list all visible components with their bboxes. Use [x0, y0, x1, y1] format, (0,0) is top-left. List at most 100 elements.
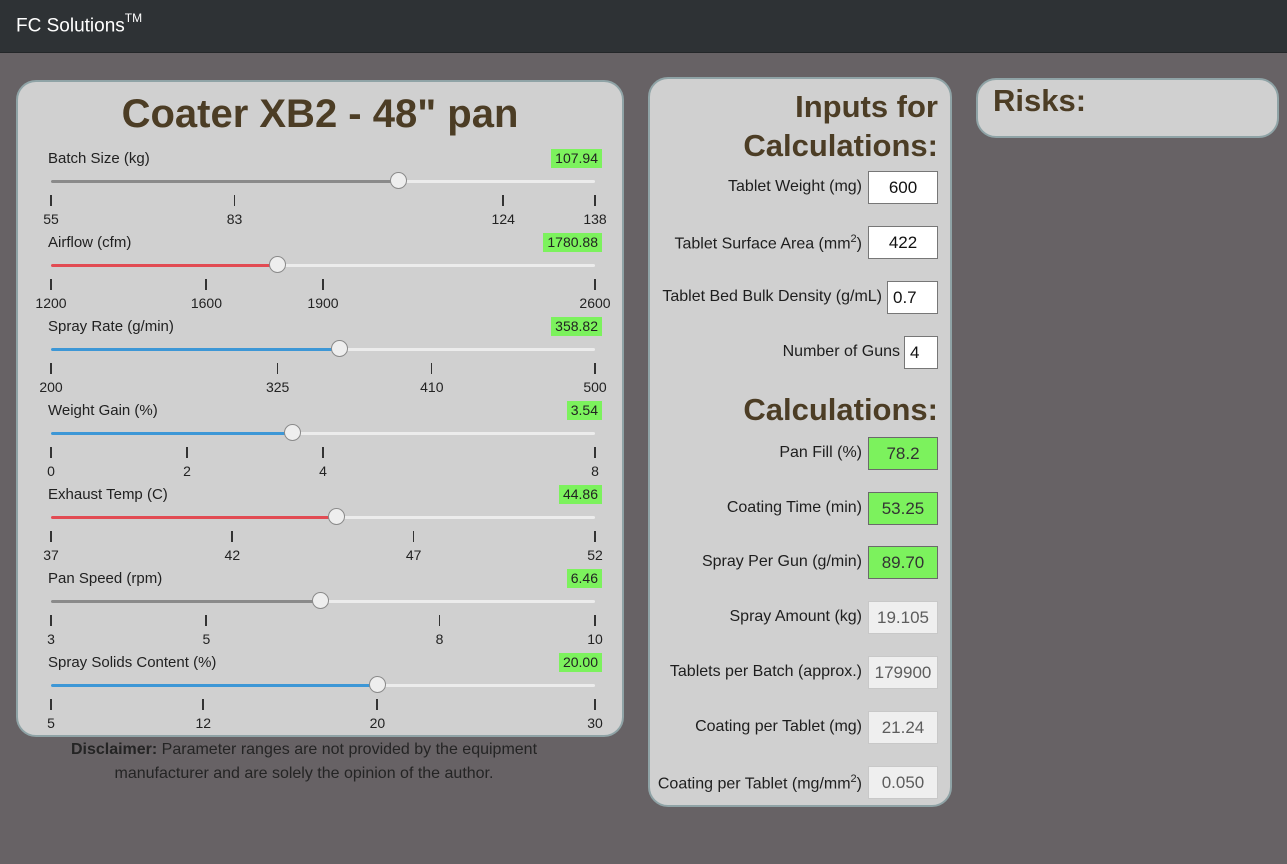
bulk-density-label: Tablet Bed Bulk Density (g/mL) — [662, 288, 882, 305]
slider-tick — [276, 363, 279, 374]
slider-tick-label: 37 — [43, 547, 59, 563]
calculations-title: Calculations: — [743, 392, 938, 427]
bulk-density-input[interactable] — [887, 281, 938, 314]
slider-track[interactable] — [51, 508, 595, 525]
slider-tick — [233, 195, 236, 206]
slider-thumb[interactable] — [369, 676, 387, 693]
disclaimer: Disclaimer: Parameter ranges are not pro… — [24, 738, 584, 786]
num-guns-label: Number of Guns — [782, 343, 900, 360]
slider-tick-label: 325 — [265, 379, 290, 395]
slider-fill — [51, 180, 398, 183]
slider-fill — [51, 348, 339, 351]
slider-tick-label: 2600 — [579, 295, 611, 311]
slider-tick — [594, 363, 596, 374]
brand-logo[interactable]: FC SolutionsTM — [16, 11, 142, 37]
slider-tick — [376, 699, 378, 710]
coating-time-label: Coating Time (min) — [726, 499, 862, 516]
spray-amount-value: 19.105 — [868, 601, 938, 634]
disclaimer-text-2: manufacturer and are solely the opinion … — [114, 765, 494, 782]
coating-per-tablet-value: 21.24 — [868, 711, 938, 744]
slider-tick — [50, 531, 52, 542]
slider-tick — [205, 615, 207, 626]
spray-per-gun-label: Spray Per Gun (g/min) — [701, 553, 862, 570]
slider-tick-label: 1900 — [307, 295, 339, 311]
slider-tick-label: 47 — [405, 547, 422, 563]
slider-tick — [502, 195, 504, 206]
slider-tick-label: 83 — [226, 211, 243, 227]
slider-tick-label: 4 — [319, 463, 327, 479]
coating-per-tablet-label: Coating per Tablet (mg) — [695, 718, 862, 735]
slider-tick — [322, 447, 324, 458]
slider-tick — [594, 699, 596, 710]
slider-fill — [51, 516, 337, 519]
slider-tick-label: 10 — [587, 631, 603, 647]
slider-tick-label: 3 — [47, 631, 55, 647]
slider-thumb[interactable] — [268, 256, 286, 273]
num-guns-input[interactable] — [904, 336, 938, 369]
slider-tick — [50, 195, 52, 206]
slider-tick — [322, 279, 324, 290]
inputs-title-line2: Calculations: — [743, 128, 938, 163]
slider-tick-label: 410 — [420, 379, 444, 395]
pan-fill-label: Pan Fill (%) — [779, 444, 862, 461]
slider-tick — [202, 699, 204, 710]
tablet-weight-input[interactable] — [868, 171, 938, 204]
slider-track[interactable] — [51, 172, 595, 189]
slider-value-badge: 358.82 — [551, 317, 602, 336]
inputs-title-line1: Inputs for — [795, 89, 938, 124]
pan-fill-value: 78.2 — [868, 437, 938, 470]
slider-thumb[interactable] — [389, 172, 407, 189]
slider-tick-label: 5 — [47, 715, 55, 731]
surface-area-label-text: Tablet Surface Area (mm — [674, 235, 851, 253]
slider-tick-label: 138 — [583, 211, 607, 227]
coating-per-area-label-text: Coating per Tablet (mg/mm — [657, 775, 851, 793]
tablets-per-batch-label: Tablets per Batch (approx.) — [669, 663, 862, 680]
slider-tick — [594, 447, 596, 458]
slider-tick — [594, 279, 596, 290]
risks-panel: Risks: — [976, 78, 1279, 138]
disclaimer-label: Disclaimer: — [70, 741, 158, 758]
slider-track[interactable] — [51, 256, 595, 273]
slider-track[interactable] — [51, 340, 595, 357]
slider-label: Spray Solids Content (%) — [48, 654, 217, 671]
slider-value-badge: 3.54 — [566, 401, 602, 420]
slider-fill — [51, 264, 277, 267]
slider-fill — [51, 684, 378, 687]
slider-tick-label: 55 — [43, 211, 59, 227]
slider-tick-label: 500 — [583, 379, 607, 395]
slider-fill — [51, 432, 292, 435]
slider-tick — [231, 531, 233, 542]
tablet-weight-label: Tablet Weight (mg) — [728, 178, 862, 195]
slider-label: Airflow (cfm) — [48, 234, 132, 251]
slider-thumb[interactable] — [311, 592, 329, 609]
slider-tick — [412, 531, 415, 542]
slider-track[interactable] — [51, 424, 595, 441]
surface-area-label-end: ) — [856, 235, 862, 253]
slider-tick — [186, 447, 188, 458]
slider-label: Pan Speed (rpm) — [48, 570, 163, 587]
slider-tick — [50, 279, 52, 290]
tablets-per-batch-value: 179900 — [868, 656, 938, 689]
slider-value-badge: 44.86 — [558, 485, 602, 504]
disclaimer-text-1: Parameter ranges are not provided by the… — [157, 741, 538, 758]
slider-thumb[interactable] — [330, 340, 348, 357]
slider-track[interactable] — [51, 676, 595, 693]
slider-tick-label: 1200 — [35, 295, 67, 311]
slider-thumb[interactable] — [283, 424, 301, 441]
slider-thumb[interactable] — [328, 508, 346, 525]
surface-area-input[interactable] — [868, 226, 938, 259]
slider-value-badge: 20.00 — [558, 653, 602, 672]
surface-area-label: Tablet Surface Area (mm2) — [674, 233, 862, 253]
spray-per-gun-value: 89.70 — [868, 546, 938, 579]
slider-tick-label: 8 — [591, 463, 599, 479]
slider-label: Spray Rate (g/min) — [48, 318, 174, 335]
slider-label: Exhaust Temp (C) — [48, 486, 168, 503]
slider-value-badge: 107.94 — [551, 149, 602, 168]
slider-track[interactable] — [51, 592, 595, 609]
slider-tick — [438, 615, 441, 626]
slider-tick — [594, 531, 596, 542]
slider-tick-label: 42 — [224, 547, 241, 563]
top-navbar: FC SolutionsTM — [0, 0, 1287, 53]
slider-fill — [51, 600, 320, 603]
slider-label: Batch Size (kg) — [48, 150, 150, 167]
